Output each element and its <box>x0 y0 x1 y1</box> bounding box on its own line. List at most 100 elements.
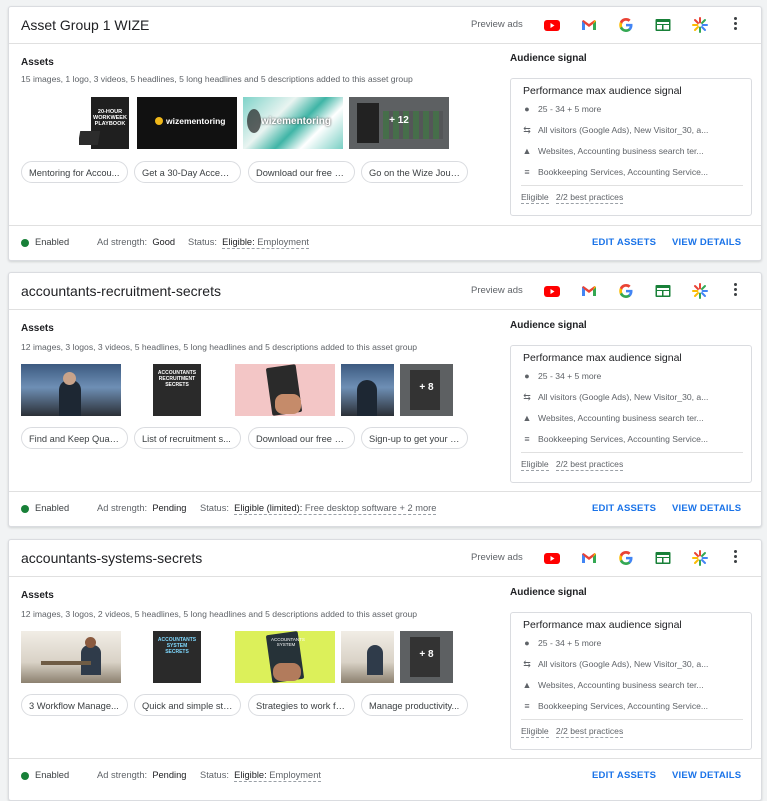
preview-ads-label: Preview ads <box>471 552 523 563</box>
google-search-icon[interactable] <box>617 549 635 567</box>
headline-chip[interactable]: Sign-up to get your f... <box>361 427 468 449</box>
more-options-icon[interactable] <box>729 15 741 35</box>
asset-group-card: accountants-systems-secrets Preview ads … <box>8 539 762 801</box>
asset-image-more[interactable]: + 12 <box>349 97 449 149</box>
discover-icon[interactable] <box>691 282 709 300</box>
asset-image[interactable]: 20-HOUR WORKWEEK PLAYBOOK <box>79 97 131 149</box>
headline-chip[interactable]: Manage productivity... <box>361 694 468 716</box>
assets-summary: 12 images, 3 logos, 2 videos, 5 headline… <box>21 609 418 619</box>
asset-image-more[interactable]: + 8 <box>400 364 453 416</box>
edit-assets-button[interactable]: EDIT ASSETS <box>592 237 656 248</box>
asset-image[interactable] <box>21 631 121 683</box>
headline-chip[interactable]: Download our free b... <box>248 427 355 449</box>
google-search-icon[interactable] <box>617 282 635 300</box>
eligible-status: Eligible <box>521 726 549 738</box>
asset-thumbnails: ACCOUNTANTS SYSTEM SECRETS ACCOUNTANTS S… <box>21 631 471 683</box>
ad-strength-value: Pending <box>152 503 187 513</box>
audience-data: All visitors (Google Ads), New Visitor_3… <box>538 392 709 402</box>
headline-chip[interactable]: 3 Workflow Manage... <box>21 694 128 716</box>
edit-assets-button[interactable]: EDIT ASSETS <box>592 503 656 514</box>
asset-image[interactable] <box>341 364 394 416</box>
headline-chip[interactable]: Find and Keep Quali... <box>21 427 128 449</box>
status-detail: Employment <box>257 237 309 247</box>
audience-signal-box[interactable]: Performance max audience signal ● 25 - 34… <box>510 345 752 483</box>
card-header: Asset Group 1 WIZE Preview ads <box>9 7 761 44</box>
gmail-icon[interactable] <box>580 16 598 34</box>
more-options-icon[interactable] <box>729 548 741 568</box>
status-value: Eligible: <box>234 770 267 780</box>
assets-label: Assets <box>21 57 54 68</box>
headline-chip[interactable]: Strategies to work fa... <box>248 694 355 716</box>
assets-label: Assets <box>21 590 54 601</box>
sync-icon: ⇆ <box>523 392 531 402</box>
card-header: accountants-systems-secrets Preview ads <box>9 540 761 577</box>
audience-signal-box[interactable]: Performance max audience signal ● 25 - 34… <box>510 612 752 750</box>
audience-data: All visitors (Google Ads), New Visitor_3… <box>538 125 709 135</box>
ad-strength-label: Ad strength: <box>97 503 148 513</box>
display-icon[interactable] <box>654 549 672 567</box>
asset-group-title[interactable]: Asset Group 1 WIZE <box>21 17 149 33</box>
status-detail: Employment <box>269 770 321 780</box>
asset-group-title[interactable]: accountants-recruitment-secrets <box>21 283 221 299</box>
asset-image[interactable]: ACCOUNTANTS RECRUITMENT SECRETS <box>151 364 205 416</box>
display-icon[interactable] <box>654 282 672 300</box>
headline-chip[interactable]: List of recruitment s... <box>134 427 241 449</box>
asset-image[interactable]: ACCOUNTANTS SYSTEM <box>235 631 335 683</box>
audience-signal-label: Audience signal <box>510 53 587 64</box>
more-options-icon[interactable] <box>729 281 741 301</box>
preview-ads-label: Preview ads <box>471 285 523 296</box>
display-icon[interactable] <box>654 16 672 34</box>
headline-chip[interactable]: Download our free b... <box>248 161 355 183</box>
headline-chip[interactable]: Quick and simple str... <box>134 694 241 716</box>
audience-box-title: Performance max audience signal <box>523 85 682 97</box>
gmail-icon[interactable] <box>580 549 598 567</box>
status-label: Status: <box>200 503 229 513</box>
asset-image[interactable]: ACCOUNTANTS SYSTEM SECRETS <box>151 631 205 683</box>
ad-strength-value: Pending <box>152 770 187 780</box>
category-icon: ▲ <box>522 146 532 156</box>
audience-demographics: 25 - 34 + 5 more <box>538 638 602 648</box>
audience-data: All visitors (Google Ads), New Visitor_3… <box>538 659 709 669</box>
view-details-button[interactable]: VIEW DETAILS <box>672 770 741 781</box>
status-value: Eligible (limited): <box>234 503 303 513</box>
audience-signal-box[interactable]: Performance max audience signal ● 25 - 34… <box>510 78 752 216</box>
asset-image[interactable]: wizementoring <box>137 97 237 149</box>
enabled-label: Enabled <box>35 503 70 513</box>
audience-custom-segments: Websites, Accounting business search ter… <box>538 146 704 156</box>
youtube-icon[interactable] <box>543 16 561 34</box>
youtube-icon[interactable] <box>543 549 561 567</box>
youtube-icon[interactable] <box>543 282 561 300</box>
enabled-label: Enabled <box>35 770 70 780</box>
asset-image[interactable]: wizementoring <box>243 97 343 149</box>
asset-group-title[interactable]: accountants-systems-secrets <box>21 550 202 566</box>
google-search-icon[interactable] <box>617 16 635 34</box>
asset-image[interactable] <box>341 631 394 683</box>
audience-custom-segments: Websites, Accounting business search ter… <box>538 413 704 423</box>
sync-icon: ⇆ <box>523 659 531 669</box>
enabled-status-dot <box>21 505 29 513</box>
asset-image-more[interactable]: + 8 <box>400 631 453 683</box>
card-header: accountants-recruitment-secrets Preview … <box>9 273 761 310</box>
audience-signal-label: Audience signal <box>510 320 587 331</box>
asset-image[interactable] <box>235 364 335 416</box>
discover-icon[interactable] <box>691 16 709 34</box>
ad-strength-value: Good <box>152 237 176 247</box>
headline-chip[interactable]: Get a 30-Day Access... <box>134 161 241 183</box>
assets-summary: 12 images, 3 logos, 3 videos, 5 headline… <box>21 342 418 352</box>
status-value: Eligible: <box>222 237 255 247</box>
edit-assets-button[interactable]: EDIT ASSETS <box>592 770 656 781</box>
discover-icon[interactable] <box>691 549 709 567</box>
list-icon: ≡ <box>524 167 530 177</box>
view-details-button[interactable]: VIEW DETAILS <box>672 503 741 514</box>
view-details-button[interactable]: VIEW DETAILS <box>672 237 741 248</box>
audience-custom-segments: Websites, Accounting business search ter… <box>538 680 704 690</box>
asset-image[interactable] <box>21 364 121 416</box>
audience-interests: Bookkeeping Services, Accounting Service… <box>538 434 709 444</box>
gmail-icon[interactable] <box>580 282 598 300</box>
headline-chip[interactable]: Go on the Wize Jour... <box>361 161 468 183</box>
audience-demographics: 25 - 34 + 5 more <box>538 371 602 381</box>
list-icon: ≡ <box>524 701 530 711</box>
person-icon: ● <box>524 371 530 381</box>
best-practices: 2/2 best practices <box>555 726 624 738</box>
headline-chip[interactable]: Mentoring for Accou... <box>21 161 128 183</box>
